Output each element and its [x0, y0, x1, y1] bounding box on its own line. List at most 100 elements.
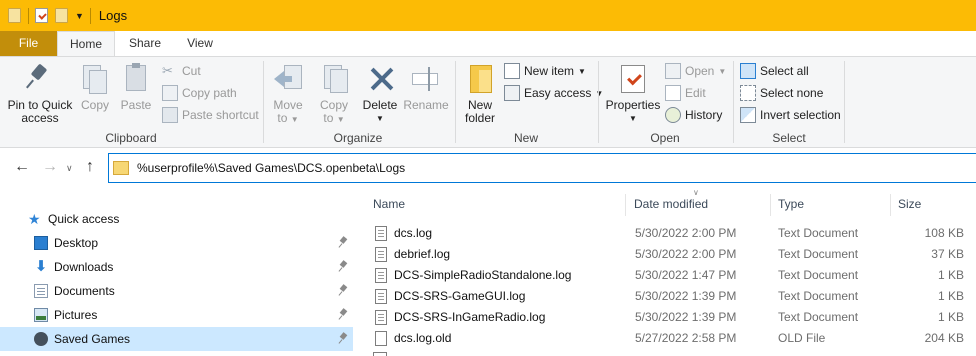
new-folder-button[interactable]: New folder — [458, 61, 502, 125]
pictures-icon — [34, 308, 48, 322]
select-none-button[interactable]: Select none — [740, 83, 823, 103]
clipboard-icon — [120, 63, 152, 95]
blank-file-icon — [375, 331, 387, 346]
nav-item-label: Downloads — [54, 260, 114, 274]
file-date: 5/30/2022 2:00 PM — [635, 247, 737, 261]
select-none-icon — [740, 85, 756, 101]
edit-label: Edit — [685, 86, 706, 100]
move-to-icon — [272, 63, 304, 95]
column-header-name[interactable]: Name — [365, 190, 405, 218]
file-row[interactable]: DCS-SimpleRadioStandalone.log 5/30/2022 … — [353, 265, 976, 286]
tab-view[interactable]: View — [180, 31, 220, 56]
pin-icon — [339, 261, 347, 271]
history-icon — [665, 107, 681, 123]
address-bar[interactable]: %userprofile%\Saved Games\DCS.openbeta\L… — [108, 153, 976, 183]
back-arrow-icon[interactable]: ← — [14, 158, 30, 176]
select-all-button[interactable]: Select all — [740, 61, 809, 81]
nav-item-label: Pictures — [54, 308, 98, 322]
nav-quick-access-label: Quick access — [48, 212, 120, 226]
file-list: Name Date modified ∨ Type Size dcs.log 5… — [353, 188, 976, 356]
navigation-pane: ★ Quick access Desktop ⬇ Downloads Docum… — [0, 190, 353, 356]
desktop-icon — [34, 236, 48, 250]
open-button[interactable]: Open ▼ — [665, 61, 726, 81]
new-item-label: New item — [524, 64, 575, 78]
copy-path-label: Copy path — [182, 86, 237, 100]
nav-item-documents[interactable]: Documents — [0, 279, 353, 303]
file-row[interactable]: DCS-SRS-InGameRadio.log 5/30/2022 1:39 P… — [353, 307, 976, 328]
new-folder-quick-icon[interactable] — [55, 7, 69, 24]
tab-home[interactable]: Home — [57, 31, 115, 57]
file-type: OLD File — [778, 331, 826, 345]
history-button[interactable]: History — [665, 105, 722, 125]
cut-button[interactable]: ✂ Cut — [162, 61, 201, 81]
easy-access-button[interactable]: Easy access ▼ — [504, 83, 603, 103]
paste-shortcut-icon — [162, 107, 178, 123]
up-arrow-icon[interactable]: ↑ — [86, 158, 94, 176]
properties-icon — [617, 63, 649, 95]
select-all-icon — [740, 63, 756, 79]
text-file-icon — [375, 289, 387, 304]
rename-button[interactable]: Rename — [402, 61, 450, 112]
file-row[interactable]: dcs.log.old 5/27/2022 2:58 PM OLD File 2… — [353, 328, 976, 349]
pin-to-quick-access-button[interactable]: Pin to Quick access — [4, 61, 76, 125]
saved-games-icon — [34, 332, 48, 346]
organize-group: Move to ▼ Copy to ▼ Delete ▼ Rename Orga… — [264, 57, 452, 148]
invert-selection-button[interactable]: Invert selection — [740, 105, 841, 125]
new-group: New folder New item ▼ Easy access ▼ New — [456, 57, 603, 148]
pin-icon — [339, 237, 347, 247]
file-row[interactable]: DCS-SRS-GameGUI.log 5/30/2022 1:39 PM Te… — [353, 286, 976, 307]
file-row[interactable]: dcs.log 5/30/2022 2:00 PM Text Document … — [353, 223, 976, 244]
select-group-label: Select — [772, 131, 806, 145]
nav-item-pictures[interactable]: Pictures — [0, 303, 353, 327]
easy-access-icon — [504, 85, 520, 101]
new-folder-icon — [464, 63, 496, 95]
pin-icon — [339, 333, 347, 343]
recent-locations-chevron-icon[interactable]: ∨ — [66, 163, 73, 174]
partial-file-icon — [373, 352, 387, 356]
ribbon: Pin to Quick access Copy Paste ✂ Cut Cop… — [0, 56, 976, 148]
properties-dropdown-caret[interactable]: ▼ — [603, 112, 663, 125]
nav-item-saved-games[interactable]: Saved Games — [0, 327, 353, 351]
paste-shortcut-button[interactable]: Paste shortcut — [162, 105, 259, 125]
file-size: 1 KB — [937, 310, 964, 324]
nav-quick-access[interactable]: ★ Quick access — [0, 207, 353, 231]
edit-button[interactable]: Edit — [665, 83, 706, 103]
tab-share[interactable]: Share — [125, 31, 165, 56]
column-header-type[interactable]: Type — [770, 190, 804, 218]
nav-item-desktop[interactable]: Desktop — [0, 231, 353, 255]
nav-item-downloads[interactable]: ⬇ Downloads — [0, 255, 353, 279]
documents-icon — [34, 284, 48, 298]
file-size: 108 KB — [924, 226, 964, 240]
file-date: 5/30/2022 1:39 PM — [635, 289, 737, 303]
forward-arrow-icon[interactable]: → — [42, 158, 58, 176]
file-size: 1 KB — [937, 268, 964, 282]
delete-button[interactable]: Delete ▼ — [360, 61, 400, 125]
properties-button[interactable]: Properties ▼ — [603, 61, 663, 125]
move-to-button[interactable]: Move to ▼ — [266, 61, 310, 126]
copy-to-button[interactable]: Copy to ▼ — [312, 61, 356, 126]
scissors-icon: ✂ — [162, 63, 173, 78]
copy-path-button[interactable]: Copy path — [162, 83, 237, 103]
copy-path-icon — [162, 85, 178, 101]
tab-file[interactable]: File — [0, 31, 57, 56]
address-path[interactable]: %userprofile%\Saved Games\DCS.openbeta\L… — [137, 161, 405, 175]
file-name: DCS-SimpleRadioStandalone.log — [394, 268, 572, 282]
file-name: DCS-SRS-InGameRadio.log — [394, 310, 546, 324]
customize-quick-access-dropdown[interactable]: ▼ — [75, 11, 84, 21]
file-type: Text Document — [778, 289, 859, 303]
column-header-size[interactable]: Size — [890, 190, 921, 218]
properties-quick-icon[interactable] — [35, 7, 49, 24]
paste-button[interactable]: Paste — [116, 61, 156, 112]
paste-shortcut-label: Paste shortcut — [182, 108, 259, 122]
file-date: 5/30/2022 2:00 PM — [635, 226, 737, 240]
delete-dropdown-caret[interactable]: ▼ — [360, 112, 400, 125]
file-type: Text Document — [778, 268, 859, 282]
downloads-icon: ⬇ — [34, 258, 48, 275]
clipboard-group-label: Clipboard — [105, 131, 157, 145]
delete-icon — [364, 63, 396, 95]
file-row[interactable]: debrief.log 5/30/2022 2:00 PM Text Docum… — [353, 244, 976, 265]
title-bar: ▼ Logs — [0, 0, 976, 31]
history-label: History — [685, 108, 723, 122]
copy-button[interactable]: Copy — [76, 61, 114, 112]
new-item-button[interactable]: New item ▼ — [504, 61, 586, 81]
